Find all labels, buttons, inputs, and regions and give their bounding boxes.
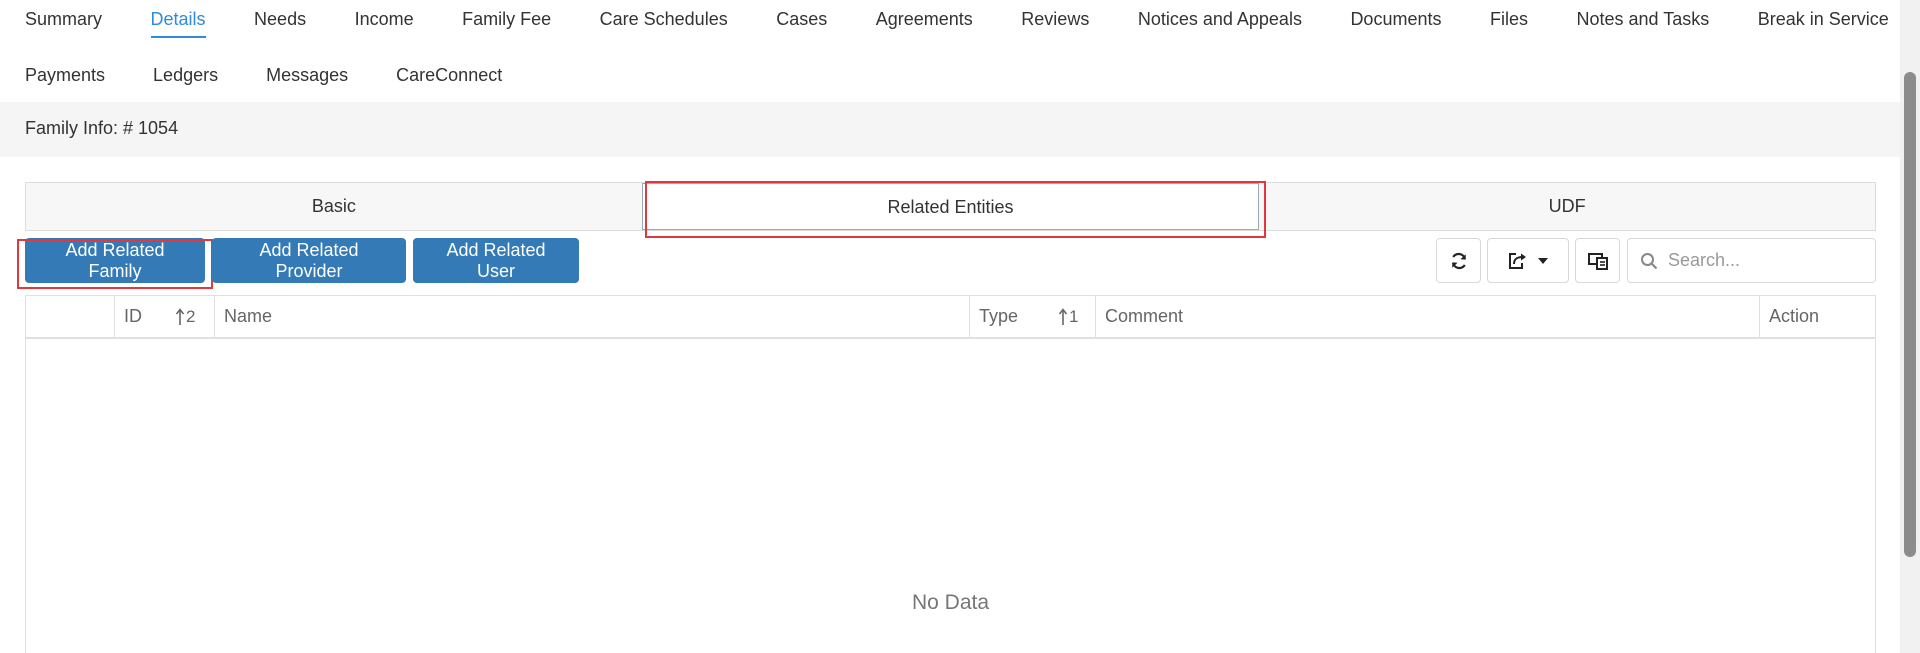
subtab-basic[interactable]: Basic: [26, 183, 642, 230]
refresh-button[interactable]: [1436, 238, 1481, 283]
sort-arrow-icon: [176, 307, 184, 325]
vertical-scrollbar[interactable]: [1900, 0, 1920, 653]
tab-cases[interactable]: Cases: [776, 6, 827, 40]
export-dropdown-button[interactable]: [1487, 238, 1569, 283]
add-related-user-button[interactable]: Add Related User: [413, 238, 579, 283]
refresh-icon: [1449, 251, 1469, 271]
columns-icon: [1587, 251, 1609, 271]
page: Summary Details Needs Income Family Fee …: [0, 0, 1920, 653]
add-related-family-button[interactable]: Add Related Family: [25, 238, 205, 283]
type-sort-order: 1: [1069, 307, 1079, 326]
tab-details[interactable]: Details: [150, 6, 206, 40]
tab-files[interactable]: Files: [1490, 6, 1528, 40]
type-sort-indicator[interactable]: 1: [1059, 296, 1078, 337]
tab-payments[interactable]: Payments: [25, 62, 105, 96]
tab-break-in-service[interactable]: Break in Service: [1758, 6, 1889, 40]
tab-documents[interactable]: Documents: [1350, 6, 1441, 40]
export-icon: [1507, 251, 1529, 271]
tab-summary[interactable]: Summary: [25, 6, 102, 40]
search-input[interactable]: [1666, 249, 1856, 272]
column-name[interactable]: Name: [215, 296, 970, 337]
search-box[interactable]: [1627, 238, 1876, 283]
add-related-provider-button[interactable]: Add Related Provider: [212, 238, 406, 283]
column-action: Action: [1760, 296, 1875, 337]
scrollbar-thumb[interactable]: [1904, 72, 1916, 557]
related-entities-table: ID 2 Name Type 1 Comment Action No Data: [25, 295, 1876, 653]
tab-careconnect[interactable]: CareConnect: [396, 62, 502, 96]
tab-reviews[interactable]: Reviews: [1021, 6, 1089, 40]
top-nav-row-2: Payments Ledgers Messages CareConnect: [25, 62, 550, 96]
subtab-udf[interactable]: UDF: [1259, 183, 1875, 230]
search-icon: [1640, 252, 1658, 270]
sort-arrow-icon: [1059, 307, 1067, 325]
column-name-label: Name: [224, 306, 273, 326]
column-id-label: ID: [124, 306, 142, 326]
family-info-label: Family Info: # 1054: [25, 118, 179, 138]
tab-care-schedules[interactable]: Care Schedules: [600, 6, 728, 40]
tab-messages[interactable]: Messages: [266, 62, 348, 96]
top-nav-row-1: Summary Details Needs Income Family Fee …: [25, 6, 1920, 40]
tab-needs[interactable]: Needs: [254, 6, 306, 40]
subtab-bar: Basic Related Entities UDF: [25, 182, 1876, 231]
empty-state-text: No Data: [911, 591, 990, 614]
tab-family-fee[interactable]: Family Fee: [462, 6, 551, 40]
column-id[interactable]: ID 2: [115, 296, 215, 337]
tab-ledgers[interactable]: Ledgers: [153, 62, 218, 96]
column-type-label: Type: [979, 306, 1019, 326]
tab-income[interactable]: Income: [355, 6, 414, 40]
subtab-related-entities[interactable]: Related Entities: [641, 183, 1260, 230]
tab-agreements[interactable]: Agreements: [876, 6, 973, 40]
id-sort-order: 2: [186, 307, 196, 326]
tab-notes-and-tasks[interactable]: Notes and Tasks: [1577, 6, 1710, 40]
column-comment-label: Comment: [1105, 306, 1184, 326]
column-select: [26, 296, 115, 337]
chevron-down-icon: [1537, 257, 1549, 265]
id-sort-indicator[interactable]: 2: [176, 296, 195, 337]
column-type[interactable]: Type 1: [970, 296, 1096, 337]
family-info-bar: Family Info: # 1054: [0, 102, 1900, 157]
column-comment[interactable]: Comment: [1096, 296, 1760, 337]
tab-notices-and-appeals[interactable]: Notices and Appeals: [1138, 6, 1302, 40]
column-action-label: Action: [1769, 306, 1820, 326]
table-header: ID 2 Name Type 1 Comment Action: [26, 296, 1875, 339]
columns-toggle-button[interactable]: [1575, 238, 1620, 283]
